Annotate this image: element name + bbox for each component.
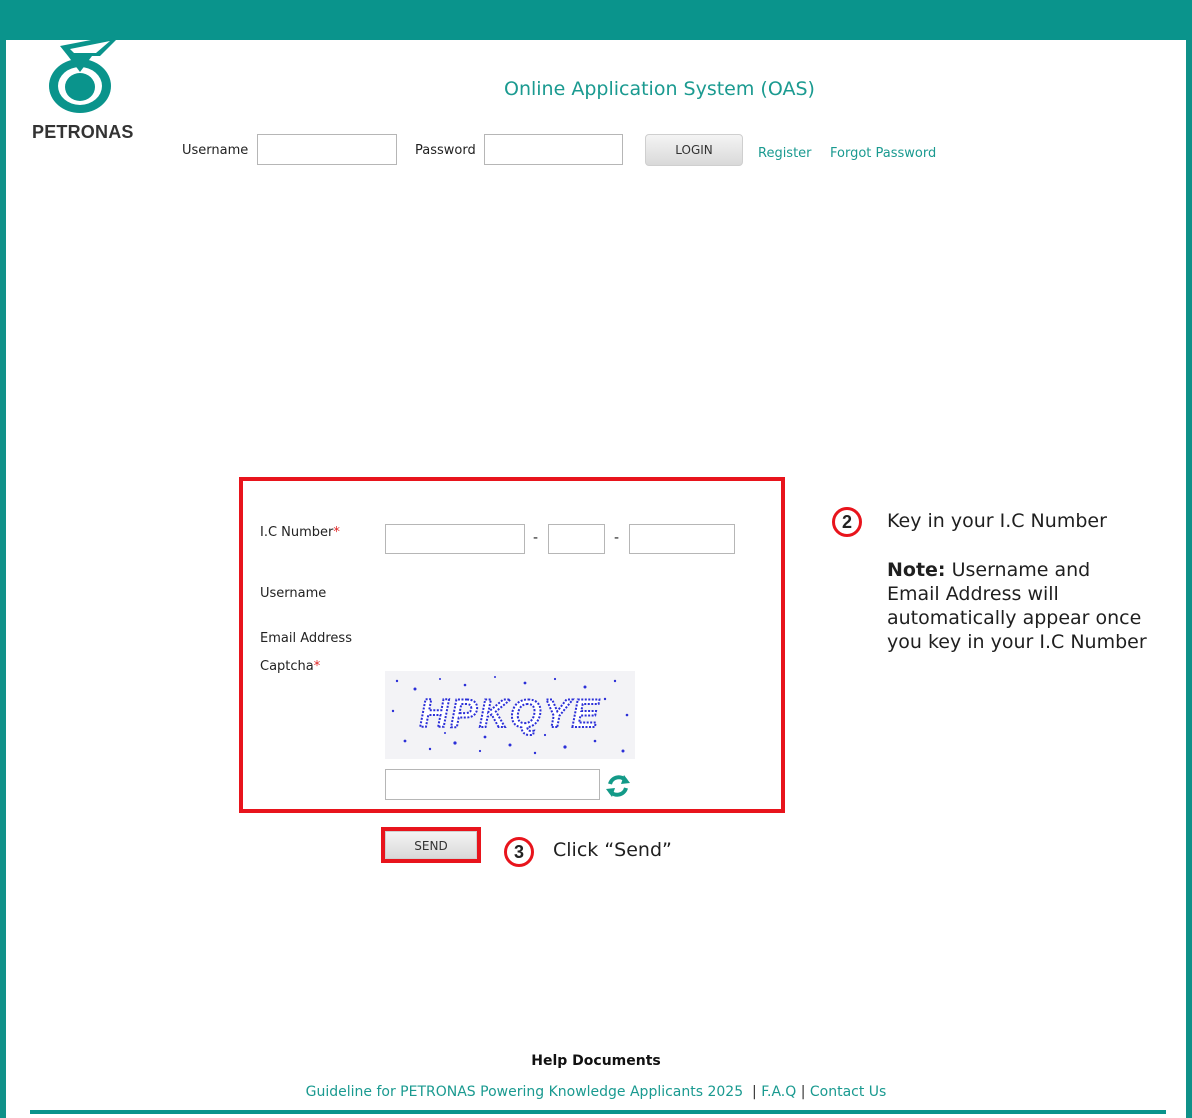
footer-separator: |	[800, 1084, 806, 1100]
forgot-password-link[interactable]: Forgot Password	[830, 146, 936, 161]
refresh-icon[interactable]	[604, 772, 632, 800]
form-email-label: Email Address	[260, 631, 352, 646]
login-button[interactable]: LOGIN	[645, 134, 743, 166]
ic-separator: -	[533, 530, 539, 546]
ic-part2-input[interactable]	[548, 524, 605, 554]
ic-number-label-text: I.C Number	[260, 525, 334, 540]
footer-links: Guideline for PETRONAS Powering Knowledg…	[0, 1084, 1192, 1100]
send-button[interactable]: SEND	[385, 831, 477, 859]
form-username-label: Username	[260, 586, 327, 601]
required-mark: *	[333, 525, 340, 540]
contact-us-link[interactable]: Contact Us	[810, 1084, 886, 1100]
ic-part1-input[interactable]	[385, 524, 525, 554]
page-title: Online Application System (OAS)	[504, 78, 815, 100]
step-3-badge: 3	[504, 837, 534, 867]
register-link[interactable]: Register	[758, 146, 812, 161]
login-password-input[interactable]	[484, 134, 623, 165]
step-3-text: Click “Send”	[553, 839, 672, 861]
captcha-label: Captcha*	[260, 659, 320, 674]
captcha-input[interactable]	[385, 769, 600, 800]
ic-part3-input[interactable]	[629, 524, 735, 554]
logo-text: PETRONAS	[32, 122, 134, 142]
ic-number-label: I.C Number*	[260, 525, 340, 540]
ic-separator: -	[614, 530, 620, 546]
step-2-badge: 2	[832, 507, 862, 537]
faq-link[interactable]: F.A.Q	[761, 1084, 796, 1100]
help-documents-title: Help Documents	[531, 1053, 661, 1069]
login-username-label: Username	[182, 143, 249, 158]
login-username-input[interactable]	[257, 134, 397, 165]
top-bar	[0, 0, 1192, 40]
step-2-text: Key in your I.C Number	[887, 510, 1107, 532]
bottom-line	[30, 1110, 1166, 1114]
petronas-logo-icon	[49, 34, 122, 113]
note-label: Note:	[887, 559, 946, 581]
required-mark: *	[313, 659, 321, 674]
captcha-image: HPKQYE	[385, 671, 635, 759]
login-password-label: Password	[415, 143, 476, 158]
guideline-link[interactable]: Guideline for PETRONAS Powering Knowledg…	[306, 1084, 743, 1100]
captcha-label-text: Captcha	[260, 659, 314, 674]
note-text: Note: Username and Email Address will au…	[887, 558, 1147, 654]
footer-separator: |	[752, 1084, 757, 1100]
captcha-text: HPKQYE	[420, 692, 601, 736]
